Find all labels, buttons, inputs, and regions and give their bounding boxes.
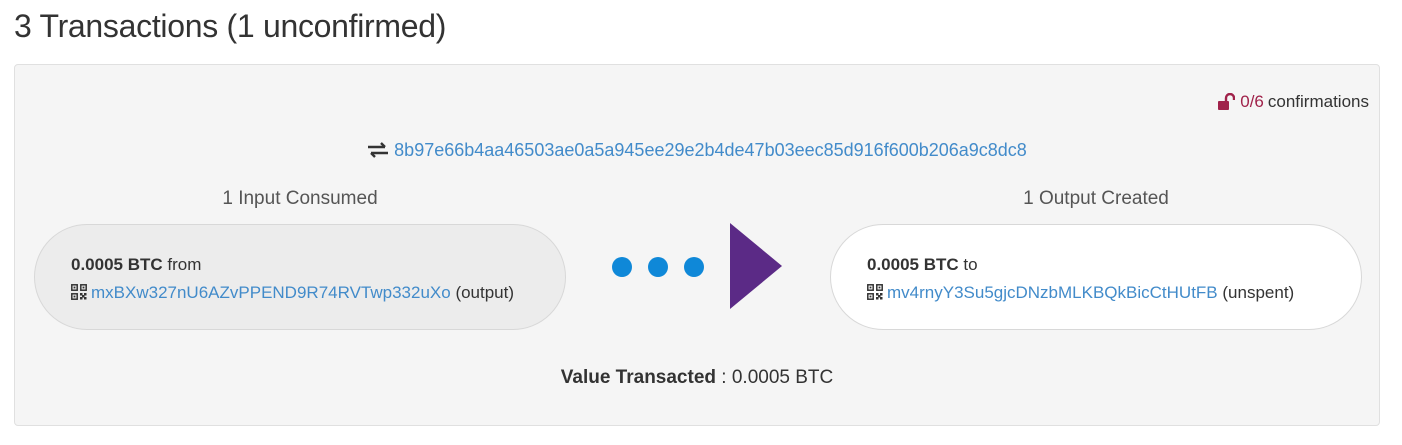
flow-dot [684,257,704,277]
output-amount-line: 0.0005 BTC to [867,251,1325,279]
input-card: 0.0005 BTC from mxBXw327nU6AZvPPEND9R74R… [34,224,566,330]
exchange-arrows-icon [368,142,389,158]
flow-dot [612,257,632,277]
confirmations-label: confirmations [1267,92,1369,111]
flow-dots [612,257,704,277]
page-title: 3 Transactions (1 unconfirmed) [14,8,447,44]
input-address-line: mxBXw327nU6AZvPPEND9R74RVTwp332uXo (outp… [71,279,529,307]
flow-dot [648,257,668,277]
unlocked-padlock-icon [1218,93,1236,110]
input-direction: from [167,255,202,274]
inputs-label: 1 Input Consumed [222,188,378,209]
output-address-link[interactable]: mv4rnyY3Su5gjcDNzbMLKBQkBicCtHUtFB [887,283,1218,302]
value-transacted: Value Transacted : 0.0005 BTC [15,367,1379,389]
output-card: 0.0005 BTC to mv4rnyY3Su5gjcDNzbMLKBQkBi… [830,224,1362,330]
confirmations-status: 0/6 confirmations [1217,92,1369,112]
play-arrow-icon [730,223,782,309]
output-address-line: mv4rnyY3Su5gjcDNzbMLKBQkBicCtHUtFB (unsp… [867,279,1325,307]
value-label: Value Transacted [560,367,716,388]
value-amount: 0.0005 BTC [731,367,834,388]
qr-code-icon[interactable] [71,284,87,300]
input-amount: 0.0005 BTC [71,255,163,274]
confirmations-count: 0/6 [1240,92,1264,111]
input-amount-line: 0.0005 BTC from [71,251,529,279]
outputs-label: 1 Output Created [1023,188,1169,209]
txid-row: 8b97e66b4aa46503ae0a5a945ee29e2b4de47b03… [15,140,1379,161]
input-address-link[interactable]: mxBXw327nU6AZvPPEND9R74RVTwp332uXo [91,283,451,302]
output-amount: 0.0005 BTC [867,255,959,274]
output-status: (unspent) [1222,283,1295,302]
transaction-panel: 0/6 confirmations 8b97e66b4aa46503ae0a5a… [14,64,1380,426]
txid-link[interactable]: 8b97e66b4aa46503ae0a5a945ee29e2b4de47b03… [394,140,1027,160]
input-output-ref: (output) [455,283,515,302]
qr-code-icon[interactable] [867,284,883,300]
output-direction: to [963,255,978,274]
value-separator: : [716,367,732,388]
